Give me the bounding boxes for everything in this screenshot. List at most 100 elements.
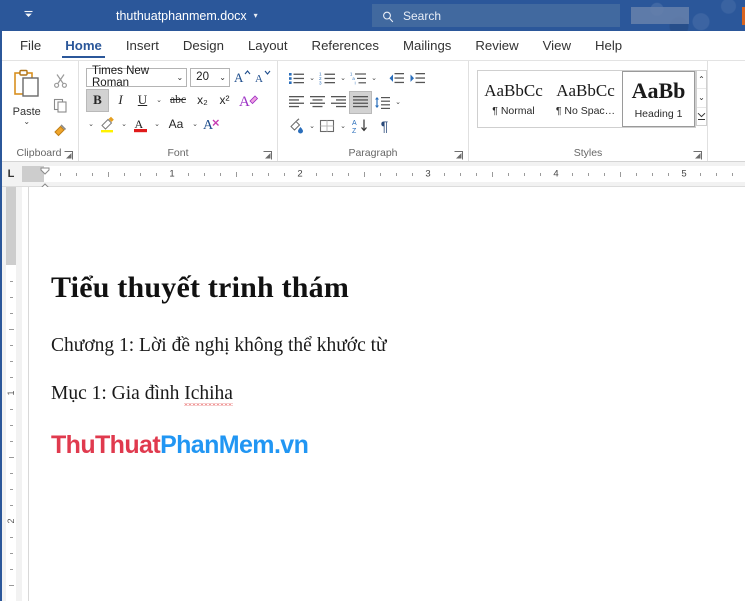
document-title[interactable]: thuthuatphanmem.docx ▾ bbox=[116, 9, 258, 23]
tab-insert[interactable]: Insert bbox=[114, 31, 171, 60]
multilevel-list-icon[interactable]: 1 a i bbox=[348, 68, 369, 89]
highlight-caret-icon[interactable]: ⌄ bbox=[119, 120, 129, 128]
document-title-caret-icon[interactable]: ▾ bbox=[254, 11, 258, 20]
shading-caret-icon[interactable]: ⌄ bbox=[307, 122, 317, 130]
font-name-combobox[interactable]: Times New Roman ⌄ bbox=[86, 65, 188, 89]
watermark-red-2: Thuat bbox=[95, 430, 161, 459]
horizontal-ruler[interactable]: L 1 2 3 4 5 bbox=[0, 162, 745, 191]
align-left-icon[interactable] bbox=[286, 92, 307, 113]
ruler-tick bbox=[156, 172, 157, 176]
bullets-icon[interactable] bbox=[286, 68, 307, 89]
tab-layout[interactable]: Layout bbox=[236, 31, 300, 60]
justify-icon[interactable] bbox=[349, 90, 372, 114]
numbering-caret-icon[interactable]: ⌄ bbox=[338, 74, 348, 82]
styles-scroll-down-icon[interactable]: ⌄ bbox=[697, 88, 706, 106]
format-painter-icon[interactable] bbox=[50, 120, 71, 141]
style-item-normal[interactable]: AaBbCc ¶ Normal bbox=[478, 71, 550, 127]
multilevel-caret-icon[interactable]: ⌄ bbox=[369, 74, 379, 82]
ruler-number: 3 bbox=[425, 168, 431, 180]
align-center-icon[interactable] bbox=[307, 92, 328, 113]
styles-scroll-up-icon[interactable]: ⌃ bbox=[697, 71, 706, 88]
strikethrough-label: abc bbox=[170, 94, 186, 106]
page-scroll-area[interactable]: Tiểu thuyết trinh thám Chương 1: Lời đề … bbox=[22, 187, 745, 603]
ruler-tick bbox=[252, 172, 253, 176]
subscript-button[interactable]: x₂ bbox=[192, 90, 213, 111]
increase-indent-icon[interactable] bbox=[407, 68, 428, 89]
copy-icon[interactable] bbox=[50, 95, 71, 116]
clipboard-dialog-launcher[interactable] bbox=[64, 151, 73, 160]
shrink-font-icon[interactable]: A bbox=[254, 67, 272, 88]
font-color-caret-icon[interactable]: ⌄ bbox=[152, 120, 162, 128]
font-color-icon[interactable]: A bbox=[130, 114, 151, 135]
underline-button[interactable]: U bbox=[132, 90, 153, 111]
bullets-caret-icon[interactable]: ⌄ bbox=[307, 74, 317, 82]
borders-icon[interactable] bbox=[317, 116, 338, 137]
line-spacing-caret-icon[interactable]: ⌄ bbox=[393, 98, 403, 106]
search-input-placeholder[interactable]: Search bbox=[403, 9, 441, 23]
bold-button[interactable]: B bbox=[86, 88, 109, 112]
styles-gallery-scrollbar[interactable]: ⌃ ⌄ bbox=[696, 70, 707, 126]
font-extra-caret-icon[interactable]: ⌄ bbox=[86, 120, 96, 128]
ruler-tick bbox=[220, 172, 221, 176]
quick-access-toolbar[interactable] bbox=[0, 0, 56, 31]
change-case-button[interactable]: Aa bbox=[163, 114, 189, 135]
first-line-indent-marker[interactable] bbox=[40, 162, 50, 175]
font-name-caret-icon[interactable]: ⌄ bbox=[176, 73, 183, 82]
style-item-no-spacing[interactable]: AaBbCc ¶ No Spac… bbox=[550, 71, 622, 127]
document-paragraph-section[interactable]: Mục 1: Gia đình Ichiha bbox=[51, 382, 725, 406]
paste-button[interactable]: Paste ⌄ bbox=[5, 66, 48, 126]
text-effects-icon[interactable]: A bbox=[236, 90, 262, 111]
font-dialog-launcher[interactable] bbox=[263, 151, 272, 160]
tab-view[interactable]: View bbox=[531, 31, 583, 60]
cut-icon[interactable] bbox=[50, 70, 71, 91]
vertical-ruler-tick bbox=[8, 457, 14, 458]
highlight-icon[interactable] bbox=[97, 114, 118, 135]
ruler-tick bbox=[732, 172, 733, 176]
ruler-tick bbox=[364, 171, 365, 177]
tab-review[interactable]: Review bbox=[463, 31, 530, 60]
ruler-tick bbox=[268, 172, 269, 176]
grow-font-icon[interactable]: A bbox=[233, 67, 251, 88]
tab-help[interactable]: Help bbox=[583, 31, 634, 60]
horizontal-ruler-strip[interactable]: 1 2 3 4 5 bbox=[22, 166, 745, 191]
tab-mailings[interactable]: Mailings bbox=[391, 31, 463, 60]
word-application-window: thuthuatphanmem.docx ▾ Search File Home … bbox=[0, 0, 745, 603]
styles-dialog-launcher[interactable] bbox=[693, 151, 702, 160]
styles-more-icon[interactable] bbox=[697, 106, 706, 125]
line-spacing-icon[interactable] bbox=[372, 92, 393, 113]
tab-references[interactable]: References bbox=[300, 31, 391, 60]
tab-stop-selector[interactable]: L bbox=[0, 162, 22, 186]
clear-formatting-icon[interactable]: A bbox=[201, 114, 222, 135]
italic-button[interactable]: I bbox=[110, 90, 131, 111]
tab-file[interactable]: File bbox=[8, 31, 53, 60]
search-box[interactable]: Search bbox=[372, 4, 620, 27]
document-paragraph-chapter[interactable]: Chương 1: Lời đề nghị không thể khước từ bbox=[51, 334, 725, 358]
misspelled-word[interactable]: Ichiha bbox=[184, 383, 233, 406]
show-paragraph-marks-button[interactable]: ¶ bbox=[374, 116, 395, 137]
font-size-caret-icon[interactable]: ⌄ bbox=[219, 73, 226, 82]
vertical-ruler[interactable]: 12 bbox=[0, 187, 22, 603]
paragraph-dialog-launcher[interactable] bbox=[454, 151, 463, 160]
customize-quick-access-chevron-icon[interactable] bbox=[22, 9, 35, 23]
font-size-combobox[interactable]: 20 ⌄ bbox=[190, 67, 230, 87]
sort-icon[interactable]: A Z bbox=[348, 116, 374, 137]
borders-caret-icon[interactable]: ⌄ bbox=[338, 122, 348, 130]
vertical-ruler-number: 1 bbox=[6, 390, 16, 396]
underline-caret-icon[interactable]: ⌄ bbox=[154, 96, 164, 104]
strikethrough-button[interactable]: abc bbox=[165, 90, 191, 111]
decrease-indent-icon[interactable] bbox=[386, 68, 407, 89]
left-indent-marker[interactable] bbox=[40, 178, 50, 191]
document-heading[interactable]: Tiểu thuyết trinh thám bbox=[51, 271, 725, 304]
change-case-caret-icon[interactable]: ⌄ bbox=[190, 120, 200, 128]
paste-dropdown-caret-icon[interactable]: ⌄ bbox=[23, 118, 30, 126]
numbering-icon[interactable]: 1 2 3 bbox=[317, 68, 338, 89]
tab-design[interactable]: Design bbox=[171, 31, 236, 60]
style-preview: AaBb bbox=[631, 78, 686, 103]
tab-home[interactable]: Home bbox=[53, 31, 114, 60]
superscript-button[interactable]: x² bbox=[214, 90, 235, 111]
style-item-heading-1[interactable]: AaBb Heading 1 bbox=[622, 71, 695, 127]
shading-icon[interactable] bbox=[286, 116, 307, 137]
document-text-body[interactable]: Tiểu thuyết trinh thám Chương 1: Lời đề … bbox=[51, 271, 725, 460]
align-right-icon[interactable] bbox=[328, 92, 349, 113]
document-page[interactable]: Tiểu thuyết trinh thám Chương 1: Lời đề … bbox=[28, 187, 745, 603]
